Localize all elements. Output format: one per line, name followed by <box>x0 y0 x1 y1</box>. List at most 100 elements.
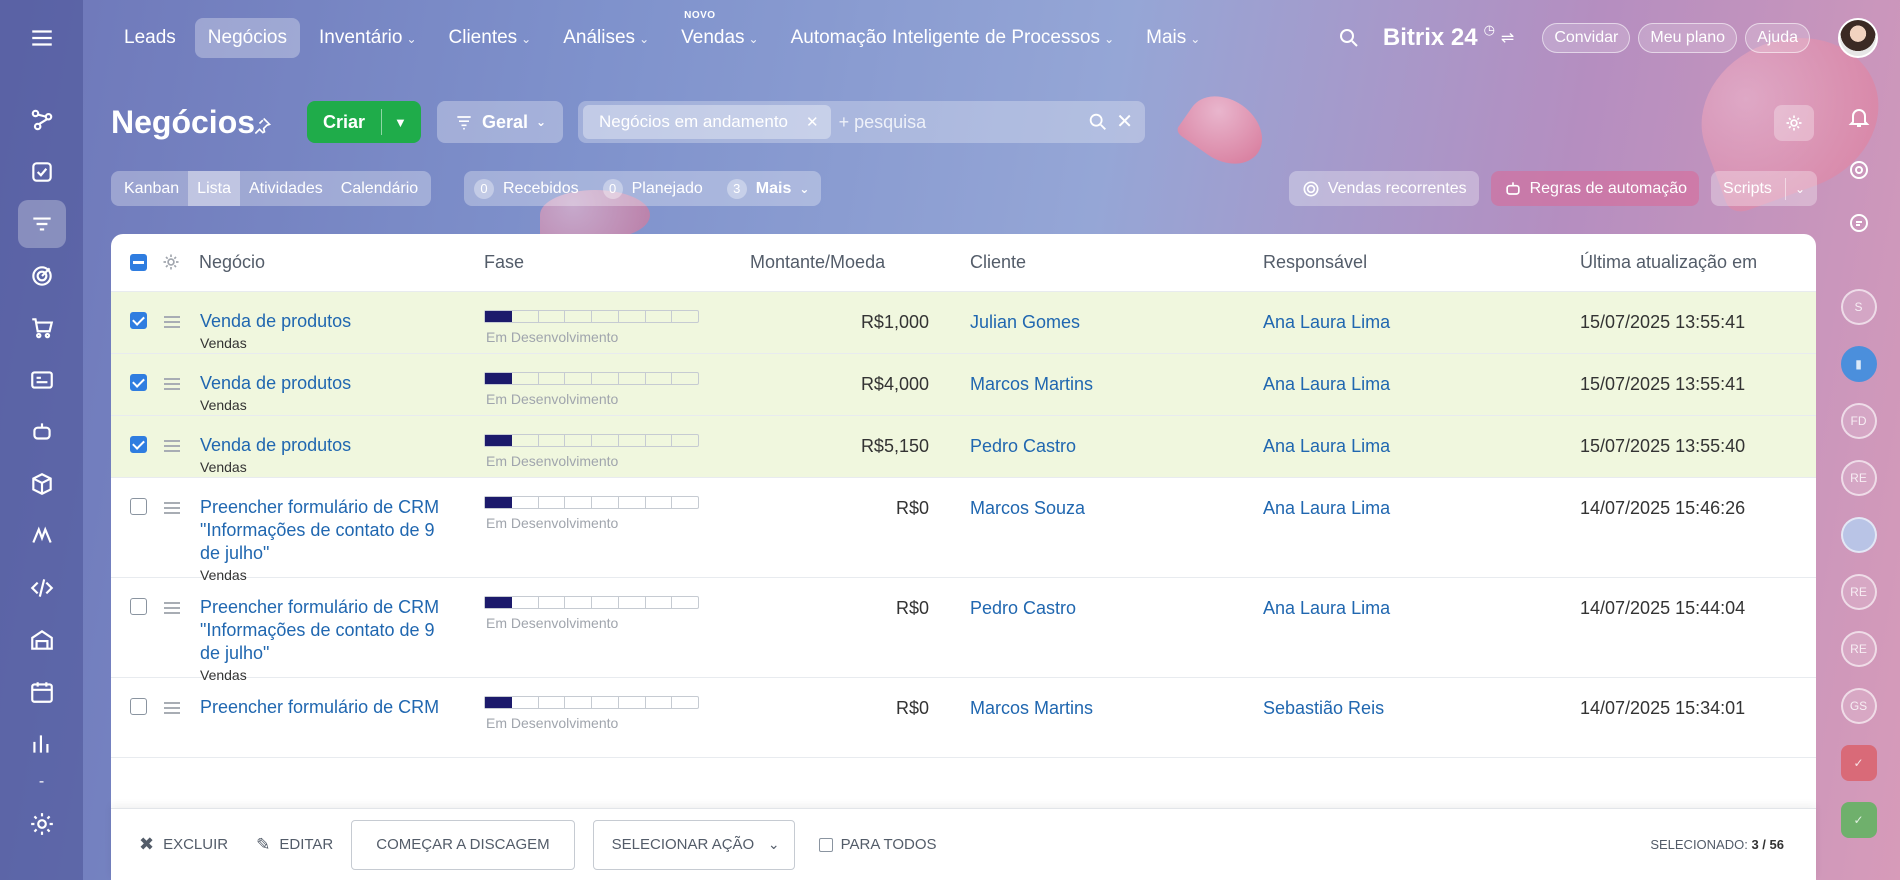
invite-button[interactable]: Convidar <box>1542 23 1631 53</box>
table-row[interactable]: Preencher formulário de CRM "Informações… <box>111 478 1816 583</box>
counter-received[interactable]: 0 Recebidos <box>474 178 579 199</box>
gear-icon[interactable] <box>161 252 181 272</box>
nav-sales[interactable]: NOVO Vendas ⌄ <box>668 10 771 58</box>
counter-planned[interactable]: 0 Planejado <box>602 178 703 199</box>
responsible-link[interactable]: Ana Laura Lima <box>1263 436 1390 457</box>
notification-bell-icon[interactable] <box>1842 100 1876 134</box>
remove-filter-icon[interactable]: ✕ <box>806 113 819 131</box>
column-updated[interactable]: Última atualização em <box>1580 252 1757 273</box>
list-settings-button[interactable] <box>1774 105 1814 141</box>
responsible-link[interactable]: Ana Laura Lima <box>1263 598 1390 619</box>
stage-indicator[interactable]: Em Desenvolvimento <box>484 596 699 631</box>
for-all-checkbox[interactable] <box>818 837 833 852</box>
client-link[interactable]: Pedro Castro <box>970 436 1076 457</box>
rail-avatar[interactable]: RE <box>1840 631 1877 667</box>
for-all-toggle[interactable]: Para todos <box>818 836 937 853</box>
drag-handle-icon[interactable] <box>164 602 180 617</box>
sliders-icon[interactable]: ⇌ <box>1501 28 1514 48</box>
rail-avatar[interactable]: GS <box>1840 688 1877 724</box>
crm-deals-icon[interactable] <box>17 200 66 248</box>
delete-button[interactable]: ✖ Excluir <box>139 834 228 855</box>
column-responsible[interactable]: Responsável <box>1263 252 1367 273</box>
cube-icon[interactable] <box>18 460 66 508</box>
nav-clients[interactable]: Clientes ⌄ <box>436 18 545 58</box>
table-row[interactable]: Preencher formulário de CRM "Informações… <box>111 578 1816 683</box>
drag-handle-icon[interactable] <box>164 702 180 717</box>
filter-search-box[interactable]: Negócios em andamento ✕ ✕ <box>578 101 1145 143</box>
responsible-link[interactable]: Ana Laura Lima <box>1263 374 1390 395</box>
settings-icon[interactable] <box>18 800 66 848</box>
column-client[interactable]: Cliente <box>970 252 1026 273</box>
row-checkbox[interactable] <box>130 374 147 391</box>
deal-title-link[interactable]: Preencher formulário de CRM <box>200 696 440 720</box>
client-link[interactable]: Marcos Souza <box>970 498 1085 519</box>
calendar-icon[interactable] <box>18 668 66 716</box>
nav-automation[interactable]: Automação Inteligente de Processos ⌄ <box>778 18 1128 58</box>
tab-kanban[interactable]: Kanban <box>115 171 188 206</box>
chevron-down-icon[interactable]: ⌄ <box>1795 182 1805 196</box>
edit-button[interactable]: ✎ Editar <box>256 835 333 855</box>
stage-indicator[interactable]: Em Desenvolvimento <box>484 372 699 407</box>
column-deal[interactable]: Negócio <box>199 252 265 273</box>
rail-avatar[interactable]: RE <box>1840 574 1877 610</box>
table-row[interactable]: Venda de produtos Vendas Em Desenvolviment… <box>111 292 1816 354</box>
clear-search-icon[interactable]: ✕ <box>1116 109 1133 134</box>
column-stage[interactable]: Fase <box>484 252 524 273</box>
stage-indicator[interactable]: Em Desenvolvimento <box>484 434 699 469</box>
deal-title-link[interactable]: Preencher formulário de CRM "Informações… <box>200 596 440 684</box>
start-dialing-button[interactable]: Começar a discagem <box>351 819 575 870</box>
tab-activities[interactable]: Atividades <box>240 171 332 206</box>
row-checkbox[interactable] <box>130 598 147 615</box>
shopping-cart-icon[interactable] <box>18 304 66 352</box>
tasks-icon[interactable] <box>18 148 66 196</box>
row-checkbox[interactable] <box>130 312 147 329</box>
bookmark-icon[interactable]: ▮ <box>1840 346 1877 382</box>
user-avatar[interactable] <box>1838 18 1878 58</box>
chat-icon[interactable] <box>1842 206 1876 240</box>
crm-flow-icon[interactable] <box>18 96 66 144</box>
search-icon[interactable] <box>1337 26 1361 50</box>
recurring-sales-button[interactable]: Vendas recorrentes <box>1288 171 1479 206</box>
help-button[interactable]: Ajuda <box>1745 23 1810 53</box>
drag-handle-icon[interactable] <box>164 440 180 455</box>
drag-handle-icon[interactable] <box>164 316 180 331</box>
search-icon[interactable] <box>1087 111 1109 133</box>
create-button[interactable]: Criar ▼ <box>307 101 421 143</box>
nav-inventory[interactable]: Inventário ⌄ <box>306 18 430 58</box>
warehouse-icon[interactable] <box>18 616 66 664</box>
sign-icon[interactable] <box>18 512 66 560</box>
responsible-link[interactable]: Ana Laura Lima <box>1263 498 1390 519</box>
stage-progress-bar[interactable] <box>484 496 699 509</box>
target-icon[interactable] <box>18 252 66 300</box>
table-row[interactable]: Preencher formulário de CRM Em Desenvolvi… <box>111 678 1816 758</box>
row-checkbox[interactable] <box>130 698 147 715</box>
stage-progress-bar[interactable] <box>484 596 699 609</box>
select-action-dropdown[interactable]: Selecionar ação ⌄ <box>592 819 795 870</box>
rail-avatar[interactable]: RE <box>1840 460 1877 496</box>
drag-handle-icon[interactable] <box>164 378 180 393</box>
pipeline-selector[interactable]: Geral ⌄ <box>437 101 563 143</box>
rail-avatar[interactable]: S <box>1840 289 1877 325</box>
select-all-checkbox[interactable] <box>130 254 147 271</box>
deal-title-link[interactable]: Preencher formulário de CRM "Informações… <box>200 496 440 584</box>
deal-title-link[interactable]: Venda de produtos Vendas <box>200 372 440 414</box>
rail-avatar[interactable] <box>1840 517 1877 553</box>
chevron-down-icon[interactable]: ▼ <box>382 115 419 130</box>
rail-avatar[interactable]: FD <box>1840 403 1877 439</box>
stage-indicator[interactable]: Em Desenvolvimento <box>484 696 699 731</box>
row-checkbox[interactable] <box>130 436 147 453</box>
filter-chip[interactable]: Negócios em andamento ✕ <box>583 105 831 139</box>
nav-more[interactable]: Mais ⌄ <box>1133 18 1213 58</box>
robot-icon[interactable] <box>18 408 66 456</box>
brand-logo[interactable]: Bitrix 24 <box>1383 24 1478 52</box>
stage-progress-bar[interactable] <box>484 696 699 709</box>
column-amount[interactable]: Montante/Moeda <box>750 252 885 273</box>
task-check-icon[interactable]: ✓ <box>1840 802 1877 838</box>
my-plan-button[interactable]: Meu plano <box>1638 23 1738 53</box>
responsible-link[interactable]: Sebastião Reis <box>1263 698 1384 719</box>
nav-analytics[interactable]: Análises ⌄ <box>550 18 662 58</box>
search-input[interactable] <box>838 111 1069 133</box>
menu-icon[interactable] <box>18 14 66 62</box>
table-row[interactable]: Venda de produtos Vendas Em Desenvolviment… <box>111 416 1816 478</box>
pin-icon[interactable] <box>252 116 272 136</box>
